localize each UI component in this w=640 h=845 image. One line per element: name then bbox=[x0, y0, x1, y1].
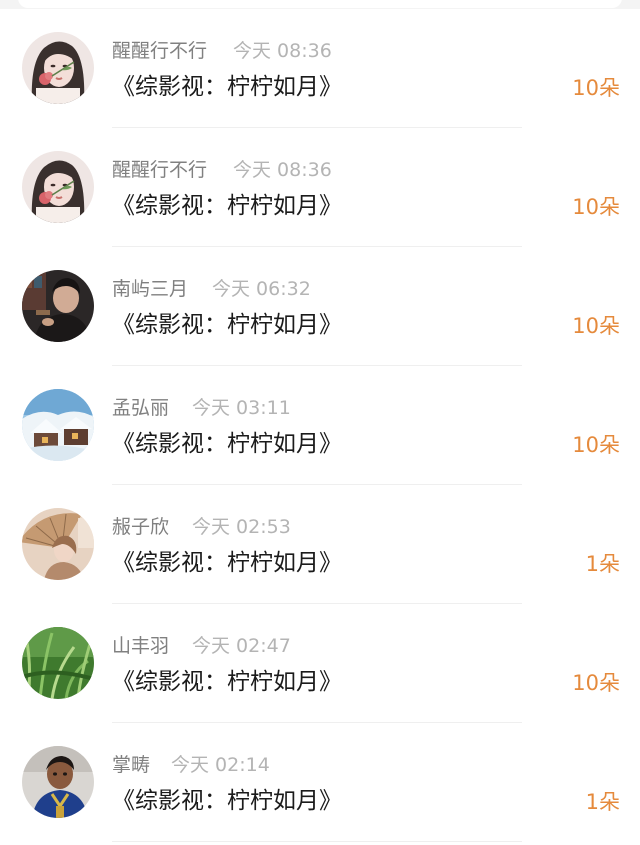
gift-row[interactable]: 掌畴 今天 02:14 《综影视：柠柠如月》 1朵 bbox=[0, 723, 640, 842]
gift-row[interactable]: 孟弘丽 今天 03:11 《综影视：柠柠如月》 10朵 bbox=[0, 366, 640, 485]
woman-with-flower-avatar[interactable] bbox=[22, 32, 94, 104]
gift-row[interactable]: 山丰羽 今天 02:47 《综影视：柠柠如月》 10朵 bbox=[0, 604, 640, 723]
user-name[interactable]: 孟弘丽 bbox=[112, 396, 169, 420]
flower-count: 1朵 bbox=[585, 790, 620, 814]
gift-time: 今天 06:32 bbox=[212, 278, 311, 300]
gift-time: 今天 02:14 bbox=[171, 754, 270, 776]
gift-list-page: 醒醒行不行 今天 08:36 《综影视：柠柠如月》 10朵 醒醒行不行 今天 0… bbox=[0, 0, 640, 845]
flower-count: 10朵 bbox=[572, 671, 620, 695]
book-title[interactable]: 《综影视：柠柠如月》 bbox=[112, 666, 342, 698]
man-portrait-avatar[interactable] bbox=[22, 270, 94, 342]
gift-time: 今天 08:36 bbox=[233, 159, 332, 181]
gift-row[interactable]: 醒醒行不行 今天 08:36 《综影视：柠柠如月》 10朵 bbox=[0, 128, 640, 247]
gift-time: 今天 03:11 bbox=[192, 397, 291, 419]
book-title[interactable]: 《综影视：柠柠如月》 bbox=[112, 190, 342, 222]
gift-row[interactable]: 南屿三月 今天 06:32 《综影视：柠柠如月》 10朵 bbox=[0, 247, 640, 366]
book-title[interactable]: 《综影视：柠柠如月》 bbox=[112, 547, 342, 579]
row-divider bbox=[112, 841, 522, 842]
book-title[interactable]: 《综影视：柠柠如月》 bbox=[112, 71, 342, 103]
umbrella-girl-avatar[interactable] bbox=[22, 508, 94, 580]
user-name[interactable]: 掌畴 bbox=[112, 753, 150, 777]
gift-time: 今天 08:36 bbox=[233, 40, 332, 62]
flower-count: 10朵 bbox=[572, 314, 620, 338]
gift-list: 醒醒行不行 今天 08:36 《综影视：柠柠如月》 10朵 醒醒行不行 今天 0… bbox=[0, 9, 640, 842]
gift-time: 今天 02:53 bbox=[192, 516, 291, 538]
user-name[interactable]: 山丰羽 bbox=[112, 634, 169, 658]
user-name[interactable]: 南屿三月 bbox=[112, 277, 188, 301]
child-portrait-avatar[interactable] bbox=[22, 746, 94, 818]
flower-count: 10朵 bbox=[572, 76, 620, 100]
gift-row[interactable]: 醒醒行不行 今天 08:36 《综影视：柠柠如月》 10朵 bbox=[0, 9, 640, 128]
snowy-house-avatar[interactable] bbox=[22, 389, 94, 461]
gift-row[interactable]: 赧子欣 今天 02:53 《综影视：柠柠如月》 1朵 bbox=[0, 485, 640, 604]
previous-card-edge bbox=[18, 0, 622, 8]
green-grass-avatar[interactable] bbox=[22, 627, 94, 699]
book-title[interactable]: 《综影视：柠柠如月》 bbox=[112, 309, 342, 341]
flower-count: 10朵 bbox=[572, 433, 620, 457]
flower-count: 10朵 bbox=[572, 195, 620, 219]
woman-with-flower-avatar[interactable] bbox=[22, 151, 94, 223]
book-title[interactable]: 《综影视：柠柠如月》 bbox=[112, 785, 342, 817]
user-name[interactable]: 醒醒行不行 bbox=[112, 158, 207, 182]
user-name[interactable]: 醒醒行不行 bbox=[112, 39, 207, 63]
flower-count: 1朵 bbox=[585, 552, 620, 576]
user-name[interactable]: 赧子欣 bbox=[112, 515, 169, 539]
book-title[interactable]: 《综影视：柠柠如月》 bbox=[112, 428, 342, 460]
gift-time: 今天 02:47 bbox=[192, 635, 291, 657]
